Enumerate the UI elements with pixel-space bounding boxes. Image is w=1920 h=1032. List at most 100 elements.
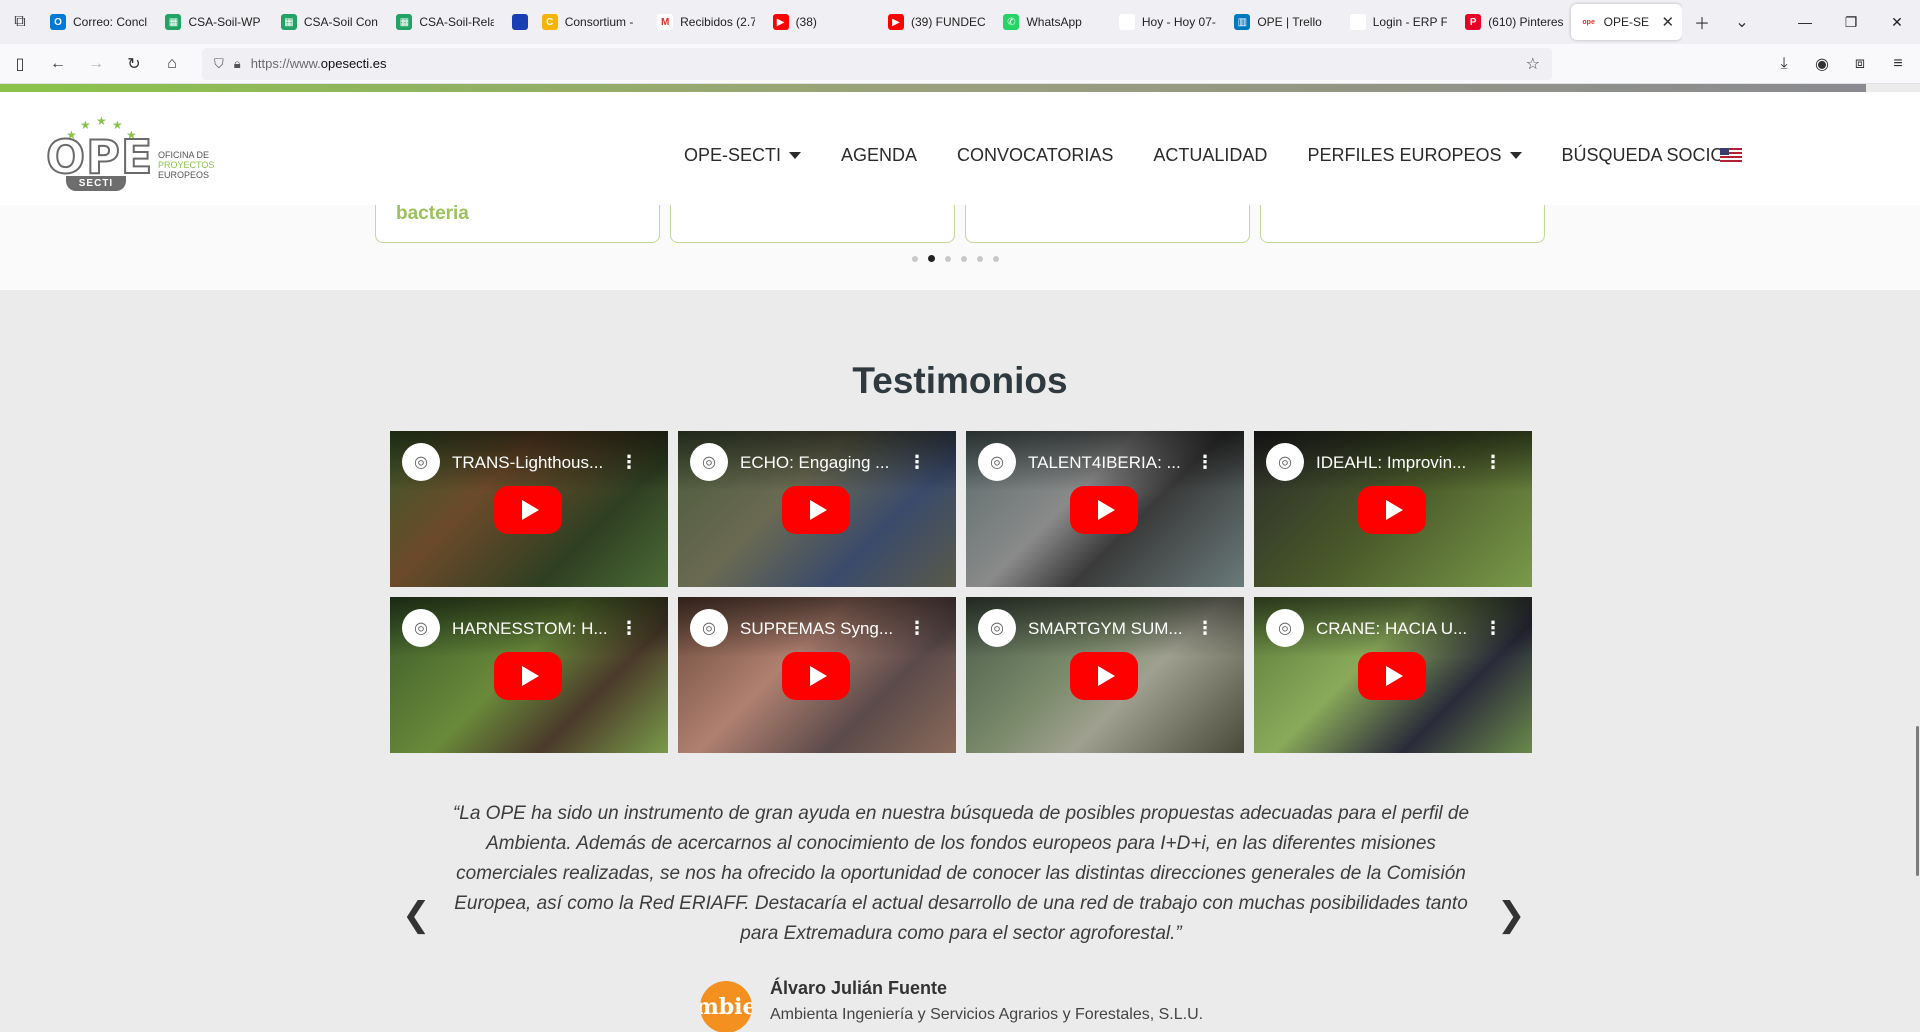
bookmark-star-icon[interactable]: ☆	[1526, 54, 1540, 74]
youtube-play-button[interactable]	[782, 486, 850, 534]
video-thumbnail[interactable]: ◎ TRANS-Lighthous... ⋮	[390, 431, 668, 587]
carousel-card[interactable]: bacteria	[375, 203, 660, 243]
url-bar[interactable]: ⛉ 🔒︎ https://www.opesecti.es ☆	[202, 47, 1552, 80]
video-title[interactable]: TALENT4IBERIA: ...	[1028, 453, 1198, 473]
channel-avatar-icon[interactable]: ◎	[690, 443, 728, 481]
close-tab-icon[interactable]: ✕	[1662, 13, 1675, 31]
sidebar-toggle-icon[interactable]: ▯	[2, 48, 38, 80]
more-options-icon[interactable]: ⋮	[908, 619, 926, 637]
more-options-icon[interactable]: ⋮	[1196, 453, 1214, 471]
logo-wordmark: OPE	[45, 130, 154, 184]
video-title[interactable]: TRANS-Lighthous...	[452, 453, 622, 473]
home-button[interactable]: ⌂	[154, 48, 190, 80]
page-scrollbar[interactable]	[1914, 84, 1920, 1032]
back-button[interactable]: ←	[40, 48, 76, 80]
browser-tab[interactable]: M Recibidos (2.7	[647, 4, 762, 40]
channel-avatar-icon[interactable]: ◎	[978, 609, 1016, 647]
youtube-play-button[interactable]	[1070, 652, 1138, 700]
app-menu-icon[interactable]: ≡	[1880, 48, 1916, 80]
forward-button[interactable]: →	[78, 48, 114, 80]
downloads-icon[interactable]: ⤓	[1766, 48, 1802, 80]
more-options-icon[interactable]: ⋮	[1484, 619, 1502, 637]
browser-tab[interactable]: ope OPE-SECTI ✕	[1570, 4, 1682, 40]
video-thumbnail[interactable]: ◎ IDEAHL: Improvin... ⋮	[1254, 431, 1532, 587]
youtube-play-button[interactable]	[1358, 486, 1426, 534]
video-thumbnail[interactable]: ◎ HARNESSTOM: H... ⋮	[390, 597, 668, 753]
site-logo[interactable]: ★ ★ ★ ★ ★ OPE SECTI OFICINA DE PROYECTOS…	[45, 114, 226, 194]
account-icon[interactable]: ◉	[1804, 48, 1840, 80]
more-options-icon[interactable]: ⋮	[908, 453, 926, 471]
browser-tab[interactable]	[502, 4, 532, 40]
youtube-play-button[interactable]	[1358, 652, 1426, 700]
browser-tab[interactable]: ✆ WhatsApp	[993, 4, 1108, 40]
carousel-dot[interactable]	[961, 255, 967, 262]
channel-avatar-icon[interactable]: ◎	[402, 443, 440, 481]
scrollbar-thumb[interactable]	[1916, 726, 1919, 876]
extensions-icon[interactable]: ⧈	[1842, 48, 1878, 80]
channel-avatar-icon[interactable]: ◎	[1266, 443, 1304, 481]
browser-tab[interactable]: Hoy - Hoy 07-08	[1109, 4, 1224, 40]
carousel-dot[interactable]	[945, 255, 951, 262]
menu-item-label: PERFILES EUROPEOS	[1307, 145, 1502, 165]
video-thumbnail[interactable]: ◎ CRANE: HACIA U... ⋮	[1254, 597, 1532, 753]
tab-label: Correo: Concl	[73, 15, 148, 29]
carousel-dot[interactable]	[928, 255, 935, 262]
carousel-card[interactable]	[670, 205, 955, 243]
channel-avatar-icon[interactable]: ◎	[978, 443, 1016, 481]
close-window-button[interactable]: ✕	[1874, 0, 1920, 44]
menu-item[interactable]: PERFILES EUROPEOS	[1287, 145, 1541, 166]
shield-icon[interactable]: ⛉	[214, 56, 224, 72]
carousel-card[interactable]	[1260, 205, 1545, 243]
url-prefix: https://www.	[250, 56, 321, 71]
channel-avatar-icon[interactable]: ◎	[402, 609, 440, 647]
video-title[interactable]: IDEAHL: Improvin...	[1316, 453, 1486, 473]
channel-avatar-icon[interactable]: ◎	[1266, 609, 1304, 647]
browser-tab[interactable]: Login - ERP FUND	[1340, 4, 1455, 40]
carousel-dot[interactable]	[912, 255, 918, 262]
browser-tab[interactable]: C Consortium -	[532, 4, 647, 40]
video-title[interactable]: SMARTGYM SUM...	[1028, 619, 1198, 639]
new-tab-button[interactable]: ＋	[1682, 0, 1722, 44]
play-icon	[1385, 500, 1403, 520]
video-thumbnail[interactable]: ◎ SMARTGYM SUM... ⋮	[966, 597, 1244, 753]
video-thumbnail[interactable]: ◎ ECHO: Engaging ... ⋮	[678, 431, 956, 587]
browser-tab[interactable]: ▶ (38)	[763, 4, 878, 40]
menu-item[interactable]: ACTUALIDAD	[1133, 145, 1287, 166]
browser-tab[interactable]: P (610) Pinteres	[1455, 4, 1570, 40]
video-title[interactable]: CRANE: HACIA U...	[1316, 619, 1486, 639]
browser-tab[interactable]: ▦ CSA-Soil-Rela	[386, 4, 501, 40]
carousel-dot[interactable]	[993, 255, 999, 262]
youtube-play-button[interactable]	[1070, 486, 1138, 534]
video-thumbnail[interactable]: ◎ SUPREMAS Syng... ⋮	[678, 597, 956, 753]
browser-tab[interactable]: O Correo: Concl	[40, 4, 155, 40]
reload-button[interactable]: ↻	[116, 48, 152, 80]
youtube-play-button[interactable]	[782, 652, 850, 700]
more-options-icon[interactable]: ⋮	[620, 453, 638, 471]
youtube-play-button[interactable]	[494, 486, 562, 534]
lock-icon[interactable]: 🔒︎	[234, 56, 241, 72]
video-thumbnail[interactable]: ◎ TALENT4IBERIA: ... ⋮	[966, 431, 1244, 587]
browser-tab[interactable]: ▦ CSA-Soil Con	[271, 4, 386, 40]
youtube-play-button[interactable]	[494, 652, 562, 700]
carousel-card[interactable]	[965, 205, 1250, 243]
menu-item[interactable]: AGENDA	[821, 145, 937, 166]
menu-item[interactable]: CONVOCATORIAS	[937, 145, 1133, 166]
browser-tab[interactable]: ▥ OPE | Trello	[1224, 4, 1339, 40]
video-title[interactable]: ECHO: Engaging ...	[740, 453, 910, 473]
more-options-icon[interactable]: ⋮	[620, 619, 638, 637]
tab-favicon-icon: ▶	[772, 14, 789, 30]
tab-overflow-chevron-icon[interactable]: ⌄	[1722, 0, 1762, 44]
menu-item[interactable]: OPE-SECTI	[684, 145, 821, 166]
restore-button[interactable]: ❐	[1828, 0, 1874, 44]
browser-tab[interactable]: ▶ (39) FUNDEC	[878, 4, 993, 40]
more-options-icon[interactable]: ⋮	[1484, 453, 1502, 471]
carousel-dot[interactable]	[977, 255, 983, 262]
english-flag-icon[interactable]	[1720, 148, 1742, 162]
minimize-button[interactable]: —	[1782, 0, 1828, 44]
browser-tab[interactable]: ▦ CSA-Soil-WP	[155, 4, 270, 40]
video-title[interactable]: HARNESSTOM: H...	[452, 619, 622, 639]
more-options-icon[interactable]: ⋮	[1196, 619, 1214, 637]
tab-list-icon[interactable]: ⧉	[0, 0, 40, 44]
video-title[interactable]: SUPREMAS Syng...	[740, 619, 910, 639]
channel-avatar-icon[interactable]: ◎	[690, 609, 728, 647]
